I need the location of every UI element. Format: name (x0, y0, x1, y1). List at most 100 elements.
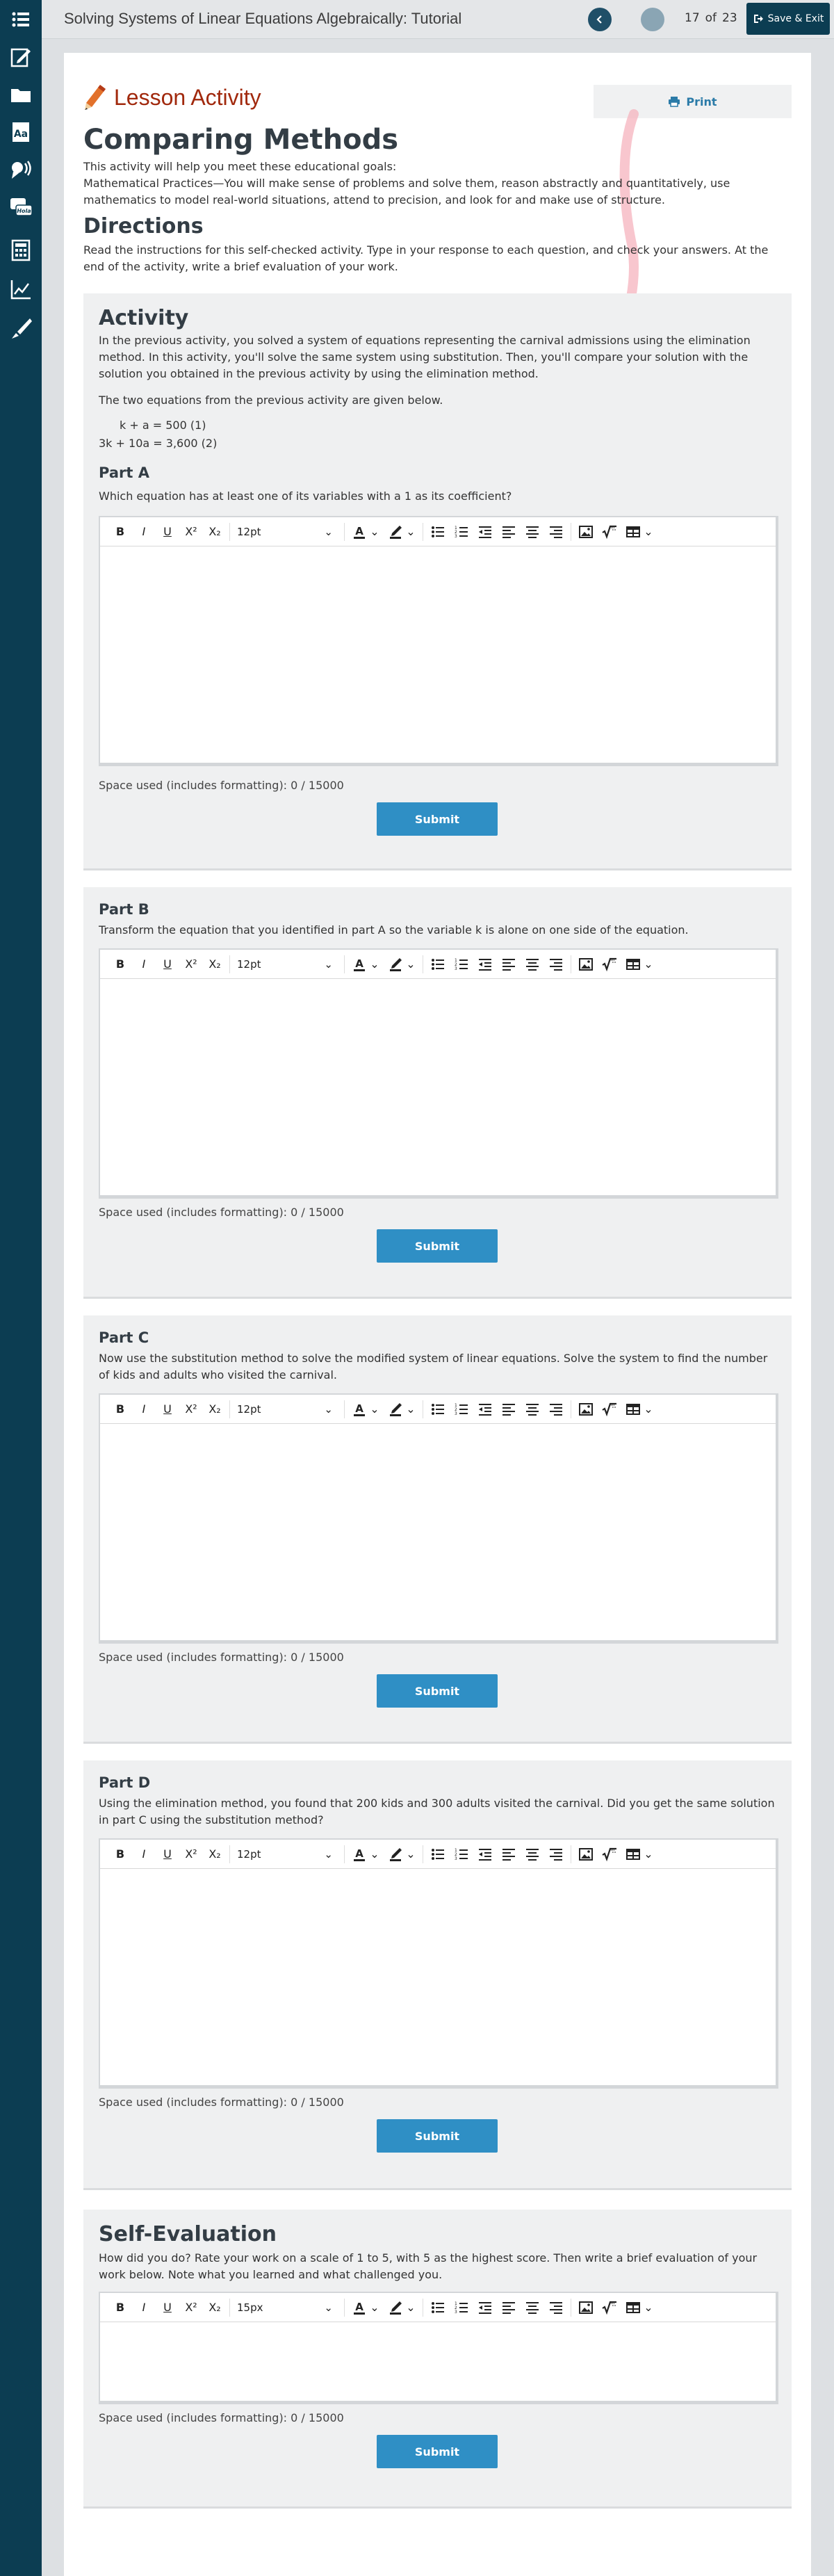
list-icon[interactable] (7, 6, 35, 33)
align-center-button[interactable] (521, 1399, 544, 1420)
outdent-button[interactable] (473, 2297, 497, 2318)
align-center-button[interactable] (521, 521, 544, 542)
font-size-select[interactable]: 12pt ⌄ (233, 1844, 337, 1865)
align-center-button[interactable] (521, 2297, 544, 2318)
highlight-color-button[interactable]: ⌄ (384, 954, 420, 975)
subscript-button[interactable]: X₂ (203, 521, 227, 542)
highlight-color-button[interactable]: ⌄ (384, 1844, 420, 1865)
outdent-button[interactable] (473, 1399, 497, 1420)
table-button[interactable]: ⌄ (621, 1844, 657, 1865)
insert-image-button[interactable] (574, 2297, 598, 2318)
superscript-button[interactable]: X² (179, 521, 203, 542)
font-size-select[interactable]: 12pt ⌄ (233, 1399, 337, 1420)
font-size-select[interactable]: 15px ⌄ (233, 2297, 337, 2318)
italic-button[interactable]: I (132, 521, 156, 542)
text-to-speech-icon[interactable] (7, 156, 35, 184)
font-color-button[interactable]: A ⌄ (348, 954, 384, 975)
align-right-button[interactable] (544, 954, 568, 975)
insert-image-button[interactable] (574, 1844, 598, 1865)
align-right-button[interactable] (544, 1844, 568, 1865)
part-b-editor[interactable]: B I U X² X₂ 12pt ⌄ A ⌄ ⌄ 123 ⌄ (99, 948, 778, 1199)
numbered-list-button[interactable]: 123 (450, 521, 473, 542)
graph-icon[interactable] (7, 275, 35, 303)
align-right-button[interactable] (544, 521, 568, 542)
outdent-button[interactable] (473, 521, 497, 542)
part-c-editor[interactable]: B I U X² X₂ 12pt ⌄ A ⌄ ⌄ 123 ⌄ (99, 1393, 778, 1644)
align-center-button[interactable] (521, 954, 544, 975)
align-left-button[interactable] (497, 954, 521, 975)
translate-icon[interactable]: Hola (7, 193, 35, 221)
highlight-color-button[interactable]: ⌄ (384, 1399, 420, 1420)
font-color-button[interactable]: A ⌄ (348, 1844, 384, 1865)
part-a-editor[interactable]: B I U X² X₂ 12pt ⌄ A ⌄ ⌄ 123 ⌄ (99, 516, 778, 766)
bullet-list-button[interactable] (426, 954, 450, 975)
highlight-color-button[interactable]: ⌄ (384, 521, 420, 542)
insert-image-button[interactable] (574, 1399, 598, 1420)
equation-button[interactable] (598, 954, 621, 975)
underline-button[interactable]: U (156, 1399, 179, 1420)
previous-page-button[interactable] (588, 8, 612, 31)
superscript-button[interactable]: X² (179, 1844, 203, 1865)
subscript-button[interactable]: X₂ (203, 1399, 227, 1420)
outdent-button[interactable] (473, 954, 497, 975)
font-color-button[interactable]: A ⌄ (348, 1399, 384, 1420)
superscript-button[interactable]: X² (179, 1399, 203, 1420)
bold-button[interactable]: B (108, 1844, 132, 1865)
next-page-button[interactable] (641, 8, 664, 31)
bullet-list-button[interactable] (426, 1844, 450, 1865)
table-button[interactable]: ⌄ (621, 2297, 657, 2318)
self-evaluation-submit-button[interactable]: Submit (377, 2435, 498, 2468)
numbered-list-button[interactable]: 123 (450, 954, 473, 975)
equation-button[interactable] (598, 521, 621, 542)
bold-button[interactable]: B (108, 1399, 132, 1420)
edit-icon[interactable] (7, 43, 35, 71)
font-size-select[interactable]: 12pt ⌄ (233, 954, 337, 975)
subscript-button[interactable]: X₂ (203, 2297, 227, 2318)
align-center-button[interactable] (521, 1844, 544, 1865)
superscript-button[interactable]: X² (179, 2297, 203, 2318)
equation-button[interactable] (598, 1844, 621, 1865)
bold-button[interactable]: B (108, 954, 132, 975)
italic-button[interactable]: I (132, 954, 156, 975)
font-color-button[interactable]: A ⌄ (348, 2297, 384, 2318)
subscript-button[interactable]: X₂ (203, 1844, 227, 1865)
align-right-button[interactable] (544, 2297, 568, 2318)
equation-button[interactable] (598, 2297, 621, 2318)
part-d-editor[interactable]: B I U X² X₂ 12pt ⌄ A ⌄ ⌄ 123 ⌄ (99, 1838, 778, 2089)
align-left-button[interactable] (497, 2297, 521, 2318)
italic-button[interactable]: I (132, 1399, 156, 1420)
insert-image-button[interactable] (574, 954, 598, 975)
bullet-list-button[interactable] (426, 2297, 450, 2318)
underline-button[interactable]: U (156, 2297, 179, 2318)
self-evaluation-editor[interactable]: B I U X² X₂ 15px ⌄ A ⌄ ⌄ 123 ⌄ (99, 2292, 778, 2404)
bold-button[interactable]: B (108, 2297, 132, 2318)
calculator-icon[interactable] (7, 236, 35, 264)
bullet-list-button[interactable] (426, 521, 450, 542)
table-button[interactable]: ⌄ (621, 521, 657, 542)
align-left-button[interactable] (497, 1399, 521, 1420)
italic-button[interactable]: I (132, 2297, 156, 2318)
bullet-list-button[interactable] (426, 1399, 450, 1420)
numbered-list-button[interactable]: 123 (450, 1844, 473, 1865)
part-d-submit-button[interactable]: Submit (377, 2119, 498, 2153)
subscript-button[interactable]: X₂ (203, 954, 227, 975)
insert-image-button[interactable] (574, 521, 598, 542)
folder-icon[interactable] (7, 81, 35, 108)
superscript-button[interactable]: X² (179, 954, 203, 975)
table-button[interactable]: ⌄ (621, 1399, 657, 1420)
font-size-select[interactable]: 12pt ⌄ (233, 521, 337, 542)
align-left-button[interactable] (497, 521, 521, 542)
equation-button[interactable] (598, 1399, 621, 1420)
italic-button[interactable]: I (132, 1844, 156, 1865)
highlight-color-button[interactable]: ⌄ (384, 2297, 420, 2318)
numbered-list-button[interactable]: 123 (450, 1399, 473, 1420)
outdent-button[interactable] (473, 1844, 497, 1865)
underline-button[interactable]: U (156, 1844, 179, 1865)
numbered-list-button[interactable]: 123 (450, 2297, 473, 2318)
align-left-button[interactable] (497, 1844, 521, 1865)
align-right-button[interactable] (544, 1399, 568, 1420)
save-exit-button[interactable]: Save & Exit (746, 3, 830, 35)
underline-button[interactable]: U (156, 521, 179, 542)
font-color-button[interactable]: A ⌄ (348, 521, 384, 542)
table-button[interactable]: ⌄ (621, 954, 657, 975)
